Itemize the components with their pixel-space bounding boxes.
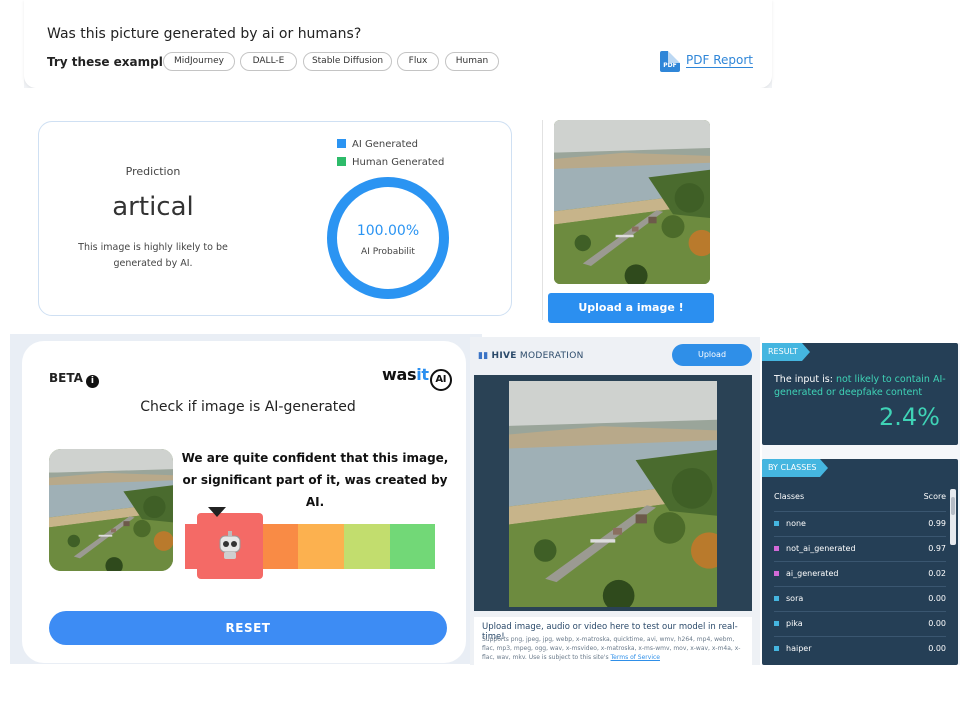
table-row: none 0.99 — [774, 511, 946, 536]
class-score: 0.02 — [928, 569, 946, 578]
wasitai-logo: wasit AI — [382, 365, 452, 391]
class-name: haiper — [786, 644, 812, 653]
table-row: not_ai_generated 0.97 — [774, 536, 946, 561]
class-dot-icon — [774, 621, 779, 626]
hive-image-viewer — [474, 375, 752, 611]
class-name: ai_generated — [786, 569, 839, 578]
wasitai-panel: BETA i wasit AI Check if image is AI-gener… — [10, 334, 482, 664]
wasitai-heading: Check if image is AI-generated — [140, 399, 356, 415]
legend-swatch-ai — [337, 139, 346, 148]
result-tag: RESULT — [762, 343, 810, 361]
table-row: ai_generated 0.02 — [774, 561, 946, 586]
pdf-report-link[interactable]: PDF Report — [686, 53, 753, 68]
prediction-card: Prediction artical This image is highly … — [38, 121, 512, 316]
probability-ring: 100.00% AI Probabilit — [327, 177, 449, 299]
beta-text: BETA — [49, 371, 83, 385]
legend-item-ai: AI Generated — [337, 139, 418, 150]
class-name: none — [786, 519, 806, 528]
table-row: haiper 0.00 — [774, 636, 946, 661]
result-percentage: 2.4% — [879, 403, 940, 431]
class-dot-icon — [774, 596, 779, 601]
class-score: 0.99 — [928, 519, 946, 528]
table-row: sora 0.00 — [774, 586, 946, 611]
hive-logo: ▮▮ HIVE MODERATION — [478, 351, 584, 361]
hive-image-preview — [509, 381, 717, 607]
legend-label-human: Human Generated — [352, 157, 445, 168]
class-name: sora — [786, 594, 804, 603]
classes-table-header: Classes Score — [774, 492, 946, 501]
wasitai-card: BETA i wasit AI Check if image is AI-gener… — [22, 341, 466, 663]
class-name: not_ai_generated — [786, 544, 856, 553]
hive-upload-info: Upload image, audio or video here to tes… — [474, 617, 752, 665]
screenshot-root: Was this picture generated by ai or huma… — [0, 0, 960, 720]
hive-supported-formats: Supports png, jpeg, jpg, webp, x-matrosk… — [482, 635, 748, 662]
classes-scrollbar[interactable] — [950, 489, 956, 545]
hive-moderation-panel: ▮▮ HIVE MODERATION Upload Upload image, a… — [470, 337, 760, 665]
classes-box: BY CLASSES Classes Score none 0.99 not_a… — [762, 459, 958, 665]
class-dot-icon — [774, 546, 779, 551]
pdf-icon[interactable]: PDF — [660, 51, 680, 72]
reset-button[interactable]: RESET — [49, 611, 447, 645]
legend-label-ai: AI Generated — [352, 139, 419, 150]
wasitai-image-preview — [49, 449, 173, 571]
meter-segment-5 — [390, 524, 435, 569]
divider — [542, 120, 543, 320]
legend-item-human: Human Generated — [337, 157, 444, 168]
logo-it: it — [416, 365, 429, 384]
robot-icon — [216, 530, 244, 560]
hive-logo-suffix: MODERATION — [519, 351, 584, 361]
class-score: 0.00 — [928, 594, 946, 603]
terms-of-service-link[interactable]: Terms of Service — [611, 654, 660, 661]
classes-column-header: Classes — [774, 492, 805, 501]
meter-pointer-icon — [208, 507, 226, 517]
example-chip-human[interactable]: Human — [445, 52, 499, 71]
class-dot-icon — [774, 646, 779, 651]
hive-bars-icon: ▮▮ — [478, 351, 489, 361]
hive-logo-brand: HIVE — [491, 351, 517, 361]
class-dot-icon — [774, 521, 779, 526]
example-chip-stable-diffusion[interactable]: Stable Diffusion — [303, 52, 392, 71]
logo-was: was — [382, 365, 417, 384]
info-icon[interactable]: i — [85, 375, 99, 388]
meter-segment-4 — [344, 524, 390, 569]
meter-segment-3 — [298, 524, 344, 569]
uploaded-image-preview — [554, 120, 710, 284]
class-score: 0.97 — [928, 544, 946, 553]
class-score: 0.00 — [928, 619, 946, 628]
logo-ai: AI — [429, 369, 452, 391]
classes-tag: BY CLASSES — [762, 459, 828, 477]
score-column-header: Score — [923, 492, 946, 501]
meter-indicator — [197, 513, 263, 579]
class-name: pika — [786, 619, 803, 628]
examples-header: Was this picture generated by ai or huma… — [24, 0, 772, 88]
result-statement: The input is: not likely to contain AI-g… — [774, 373, 954, 399]
page-title: Was this picture generated by ai or huma… — [47, 26, 362, 42]
result-box: RESULT The input is: not likely to conta… — [762, 343, 958, 445]
prediction-description: This image is highly likely to be genera… — [78, 242, 228, 269]
probability-value: 100.00% — [356, 223, 420, 239]
probability-label: AI Probabilit — [361, 247, 415, 257]
table-row: pika 0.00 — [774, 611, 946, 636]
beta-label: BETA i — [49, 371, 99, 388]
class-score: 0.00 — [928, 644, 946, 653]
example-chip-dall-e[interactable]: DALL-E — [240, 52, 297, 71]
example-chip-midjourney[interactable]: MidJourney — [163, 52, 235, 71]
legend-swatch-human — [337, 157, 346, 166]
prediction-label: Prediction — [125, 165, 181, 178]
class-dot-icon — [774, 571, 779, 576]
upload-image-button[interactable]: Upload a image ! — [548, 293, 714, 323]
confidence-message: We are quite confident that this image, … — [181, 451, 449, 509]
example-chip-flux[interactable]: Flux — [397, 52, 439, 71]
hive-upload-button[interactable]: Upload — [672, 344, 752, 366]
result-prefix: The input is: — [774, 374, 836, 385]
result-panel: RESULT The input is: not likely to conta… — [762, 343, 960, 665]
scrollbar-thumb[interactable] — [951, 497, 955, 515]
prediction-value: artical — [112, 192, 194, 222]
